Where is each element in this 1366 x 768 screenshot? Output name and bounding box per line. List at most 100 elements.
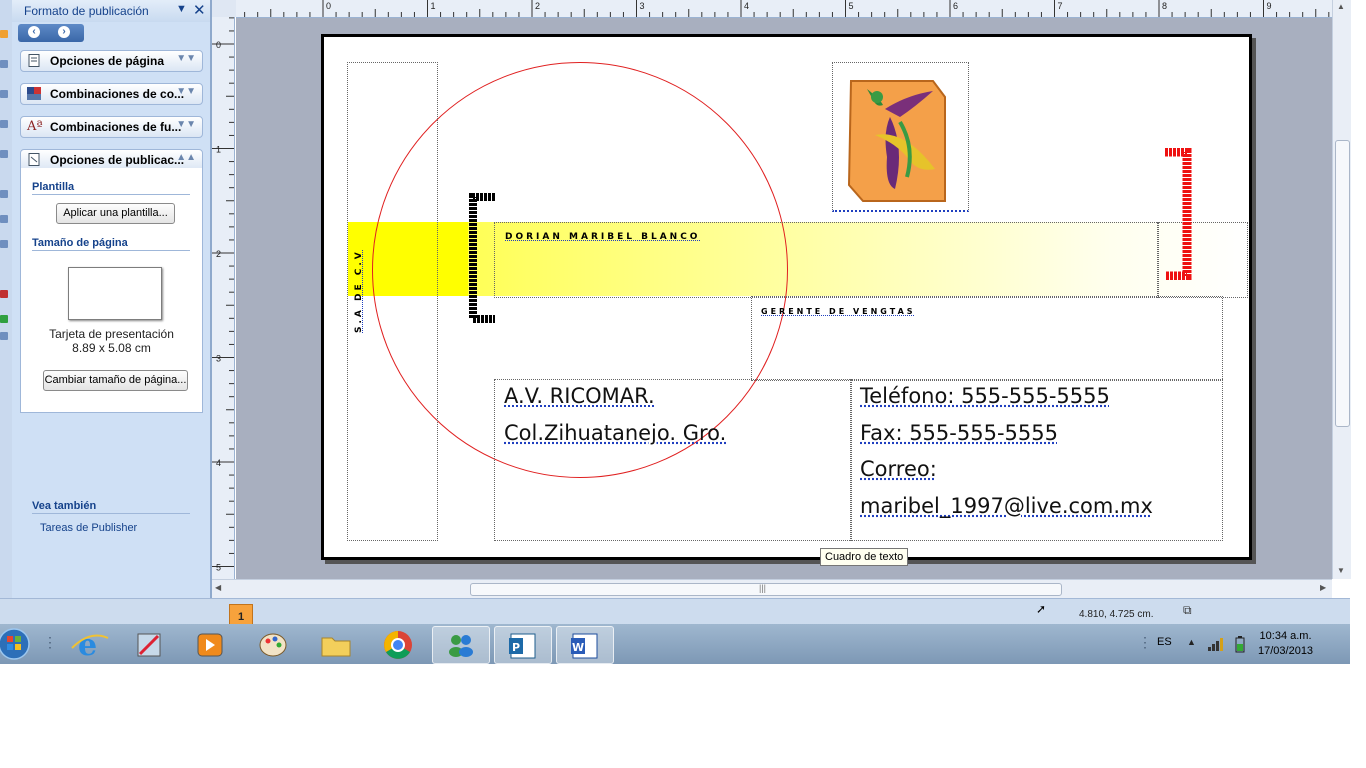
page-size-thumbnail[interactable] [68,267,162,320]
chevron-up-icon: ▲▲ [176,152,196,163]
paint-palette-icon[interactable] [245,626,301,662]
chrome-icon[interactable] [370,626,426,662]
apply-template-button[interactable]: Aplicar una plantilla... [56,203,175,224]
pane-menu-icon[interactable]: ▼ [176,3,187,15]
address-line-2[interactable]: Col.Zihuatanejo. Gro. [504,421,726,445]
red-bracket-shape[interactable] [1163,148,1193,280]
section-label: Combinaciones de co... [50,87,185,101]
font-scheme-icon: Aª [27,119,43,134]
tool-icon[interactable] [0,60,8,68]
clock-date: 17/03/2013 [1258,645,1314,657]
tool-icon[interactable] [0,90,8,98]
color-scheme-icon [27,87,41,100]
page-size-heading: Tamaño de página [32,237,128,249]
dancer-logo-image[interactable] [845,77,946,204]
horizontal-scrollbar[interactable]: ◀ ||| ▶ [212,579,1332,598]
page-dims-label: 8.89 x 5.08 cm [72,341,151,355]
company-suffix-text: S.A DE C.V [354,249,364,333]
scroll-up-icon[interactable]: ▲ [1337,2,1345,11]
svg-text:P: P [512,641,520,654]
section-label: Opciones de página [50,54,165,68]
vertical-ruler[interactable]: 0 1 2 3 4 5 [212,17,235,579]
svg-text:e: e [78,628,97,662]
grip-icon: ||| [759,583,767,593]
chevron-down-icon: ▼▼ [176,53,196,64]
vertical-scroll-thumb[interactable] [1335,140,1350,427]
section-page-options[interactable]: Opciones de página ▼▼ [20,50,203,72]
page-type-label: Tarjeta de presentación [49,327,174,341]
email-text[interactable]: maribel_1997@live.com.mx [860,494,1153,518]
taskbar-grip-icon: ⋮ [43,634,57,650]
windows-taskbar: ⋮ e P W ⋮ ES ▲ 10:34 a.m. 17/03/2013 [0,624,1350,664]
tool-icon[interactable] [0,120,8,128]
tool-icon[interactable] [0,290,8,298]
media-player-icon[interactable] [182,626,238,662]
card-job-title-text[interactable]: GERENTE DE VENGTAS [761,307,916,316]
page-number-indicator[interactable]: 1 [229,604,253,626]
ruler-label: 2 [216,249,221,259]
messenger-icon[interactable] [432,626,490,664]
tool-icon[interactable] [0,215,8,223]
black-bracket-shape[interactable] [469,193,495,323]
tool-icon[interactable] [0,190,8,198]
ruler-label: 4 [744,1,749,11]
phone-text[interactable]: Teléfono: 555-555-5555 [860,384,1110,408]
company-suffix-vertical[interactable]: S.A DE C.V [354,249,370,345]
task-pane-title: Formato de publicación [24,4,149,18]
tool-icon[interactable] [0,240,8,248]
svg-text:W: W [572,641,584,654]
ruler-label: 5 [849,1,854,11]
status-bar: 1 ➚ 4.810, 4.725 cm. ⧉ [0,598,1350,626]
ruler-label: 5 [216,563,221,573]
tool-icon[interactable] [0,150,8,158]
publisher-icon[interactable]: P [494,626,552,664]
start-button-icon[interactable] [0,626,34,662]
system-clock[interactable]: 10:34 a.m. 17/03/2013 [1258,630,1313,657]
ruler-label: 8 [1162,1,1167,11]
email-label-text[interactable]: Correo: [860,457,937,481]
word-icon[interactable]: W [556,626,614,664]
template-heading: Plantilla [32,181,75,193]
section-color-schemes[interactable]: Combinaciones de co... ▼▼ [20,83,203,105]
change-page-size-button[interactable]: Cambiar tamaño de página... [43,370,188,391]
divider [32,194,190,195]
pane-navigation: ‹ › [18,24,84,42]
section-label: Opciones de publicac... [50,153,185,167]
publication-options-body: Plantilla Aplicar una plantilla... Tamañ… [20,168,203,413]
ruler-label: 0 [326,1,331,11]
ruler-label: 4 [216,458,221,468]
fax-text[interactable]: Fax: 555-555-5555 [860,421,1058,445]
vertical-scrollbar[interactable]: ▲ ▼ [1332,0,1351,579]
scroll-down-icon[interactable]: ▼ [1337,566,1345,575]
ruler-label: 3 [216,354,221,364]
language-indicator[interactable]: ES [1157,636,1172,648]
ruler-label: 7 [1058,1,1063,11]
vertical-ruler-ticks: 0 1 2 3 4 5 [212,17,234,573]
section-label: Combinaciones de fu... [50,120,182,134]
scroll-right-icon[interactable]: ▶ [1320,583,1326,592]
battery-icon[interactable] [1234,636,1246,654]
horizontal-scroll-thumb[interactable]: ||| [470,583,1062,596]
horizontal-ruler[interactable]: 0 1 2 3 4 5 6 7 8 9 [236,0,1332,18]
tool-icon[interactable] [0,315,8,323]
show-hidden-icons-icon[interactable]: ▲ [1187,637,1196,647]
card-name-text[interactable]: DORIAN MARIBEL BLANCO [505,232,700,242]
back-icon[interactable]: ‹ [28,26,40,38]
internet-explorer-icon[interactable]: e [62,626,118,663]
paint-tool-icon[interactable] [122,626,178,662]
see-also-heading: Vea también [32,500,97,512]
scroll-left-icon[interactable]: ◀ [215,583,221,592]
publisher-tasks-link[interactable]: Tareas de Publisher [40,522,137,534]
clock-time: 10:34 a.m. [1259,630,1312,642]
close-icon[interactable]: ✕ [193,1,206,19]
tool-icon[interactable] [0,332,8,340]
address-line-1[interactable]: A.V. RICOMAR. [504,384,655,408]
network-signal-icon[interactable] [1207,636,1225,652]
cursor-coordinates: 4.810, 4.725 cm. [1079,609,1154,620]
file-explorer-icon[interactable] [308,626,364,662]
tool-icon[interactable] [0,30,8,38]
task-pane-header: Formato de publicación ▼ ✕ [12,0,210,22]
forward-icon[interactable]: › [58,26,70,38]
chevron-down-icon: ▼▼ [176,86,196,97]
section-font-schemes[interactable]: Aª Combinaciones de fu... ▼▼ [20,116,203,138]
